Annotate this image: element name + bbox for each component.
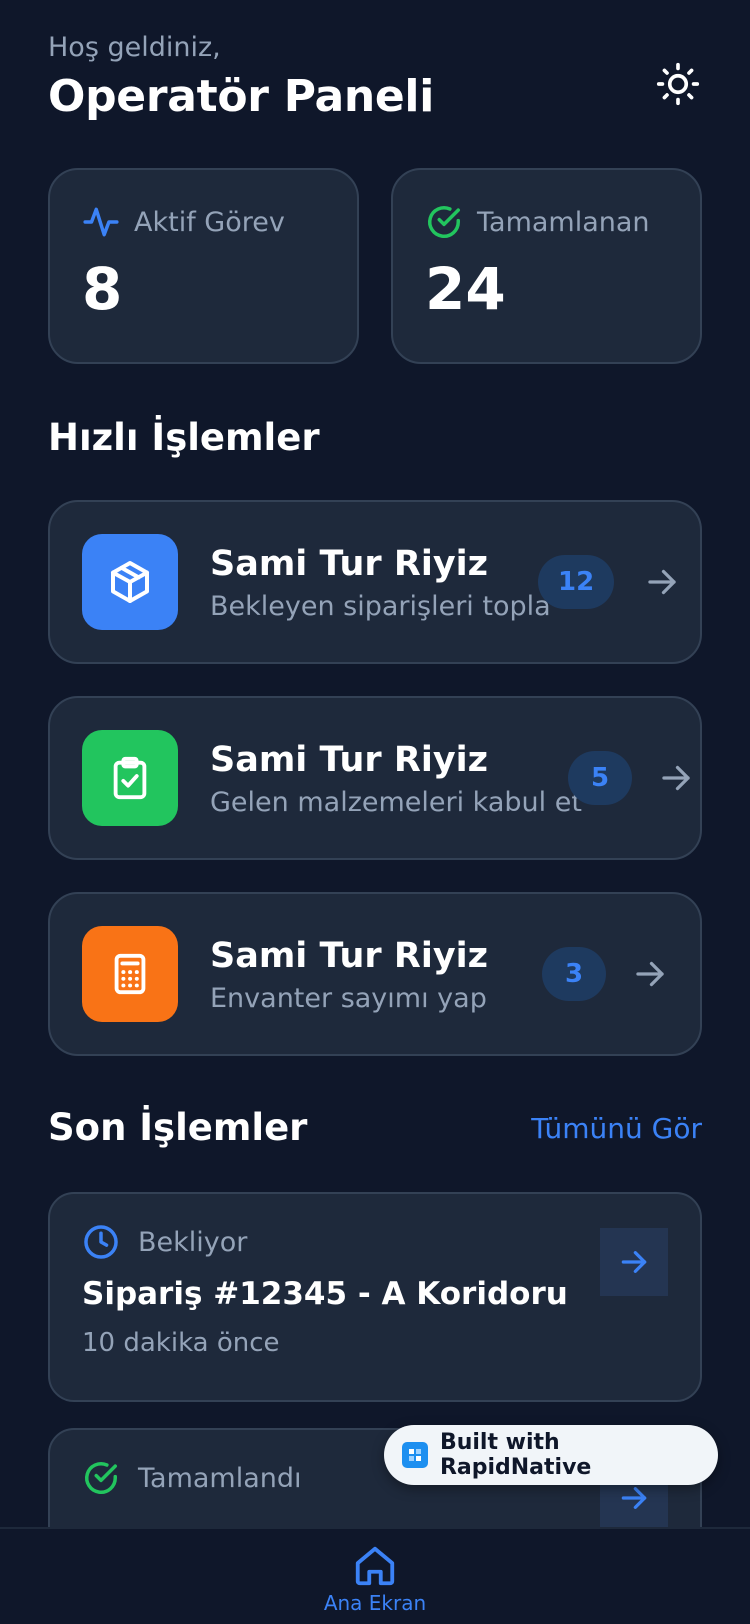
rapidnative-logo-icon [402,1442,428,1468]
stat-value: 24 [425,255,506,323]
header: Hoş geldiniz, Operatör Paneli [48,32,702,142]
count-badge: 3 [542,947,606,1001]
tab-home-label: Ana Ekran [323,1591,427,1615]
built-with-badge[interactable]: Built with RapidNative [384,1425,718,1485]
home-icon [355,1546,395,1586]
stat-label: Aktif Görev [134,206,285,238]
check-circle-icon [85,1462,117,1494]
arrow-right-icon [621,1487,647,1509]
activity-icon [83,207,119,237]
status-label: Tamamlandı [138,1462,302,1494]
package-icon [82,534,178,630]
recent-item-card[interactable]: Bekliyor Sipariş #12345 - A Koridoru 10 … [48,1192,702,1402]
arrow-right-icon [648,569,676,595]
tab-home[interactable]: Ana Ekran [320,1529,430,1624]
stat-label: Tamamlanan [477,206,650,238]
sun-icon [656,62,700,106]
greeting-text: Hoş geldiniz, [48,32,221,63]
arrow-right-icon [662,765,690,791]
bottom-tab-bar: Ana Ekran [0,1527,750,1624]
clipboard-check-icon [82,730,178,826]
quick-actions-title: Hızlı İşlemler [48,416,320,459]
quick-action-card[interactable]: Sami Tur Riyiz Bekleyen siparişleri topl… [48,500,702,664]
count-badge: 12 [538,555,615,609]
check-circle-icon [428,206,460,238]
quick-action-card[interactable]: Sami Tur Riyiz Gelen malzemeleri kabul e… [48,696,702,860]
recent-item-title: Sipariş #12345 - A Koridoru [82,1276,568,1312]
stat-card-active: Aktif Görev 8 [48,168,359,364]
stat-value: 8 [82,255,123,323]
count-badge: 5 [568,751,632,805]
see-all-link[interactable]: Tümünü Gör [531,1112,702,1145]
built-with-label: Built with RapidNative [439,1430,592,1480]
clock-icon [84,1225,118,1259]
theme-toggle-button[interactable] [654,60,702,108]
quick-action-card[interactable]: Sami Tur Riyiz Envanter sayımı yap 3 [48,892,702,1056]
recent-title: Son İşlemler [48,1106,308,1149]
open-item-button[interactable] [600,1228,668,1296]
arrow-right-icon [636,961,664,987]
recent-item-time: 10 dakika önce [82,1328,280,1358]
stat-card-completed: Tamamlanan 24 [391,168,702,364]
page-title: Operatör Paneli [48,71,435,122]
status-label: Bekliyor [138,1226,248,1258]
arrow-right-icon [621,1251,647,1273]
stats-row: Aktif Görev 8 Tamamlanan 24 [48,168,702,364]
calculator-icon [82,926,178,1022]
